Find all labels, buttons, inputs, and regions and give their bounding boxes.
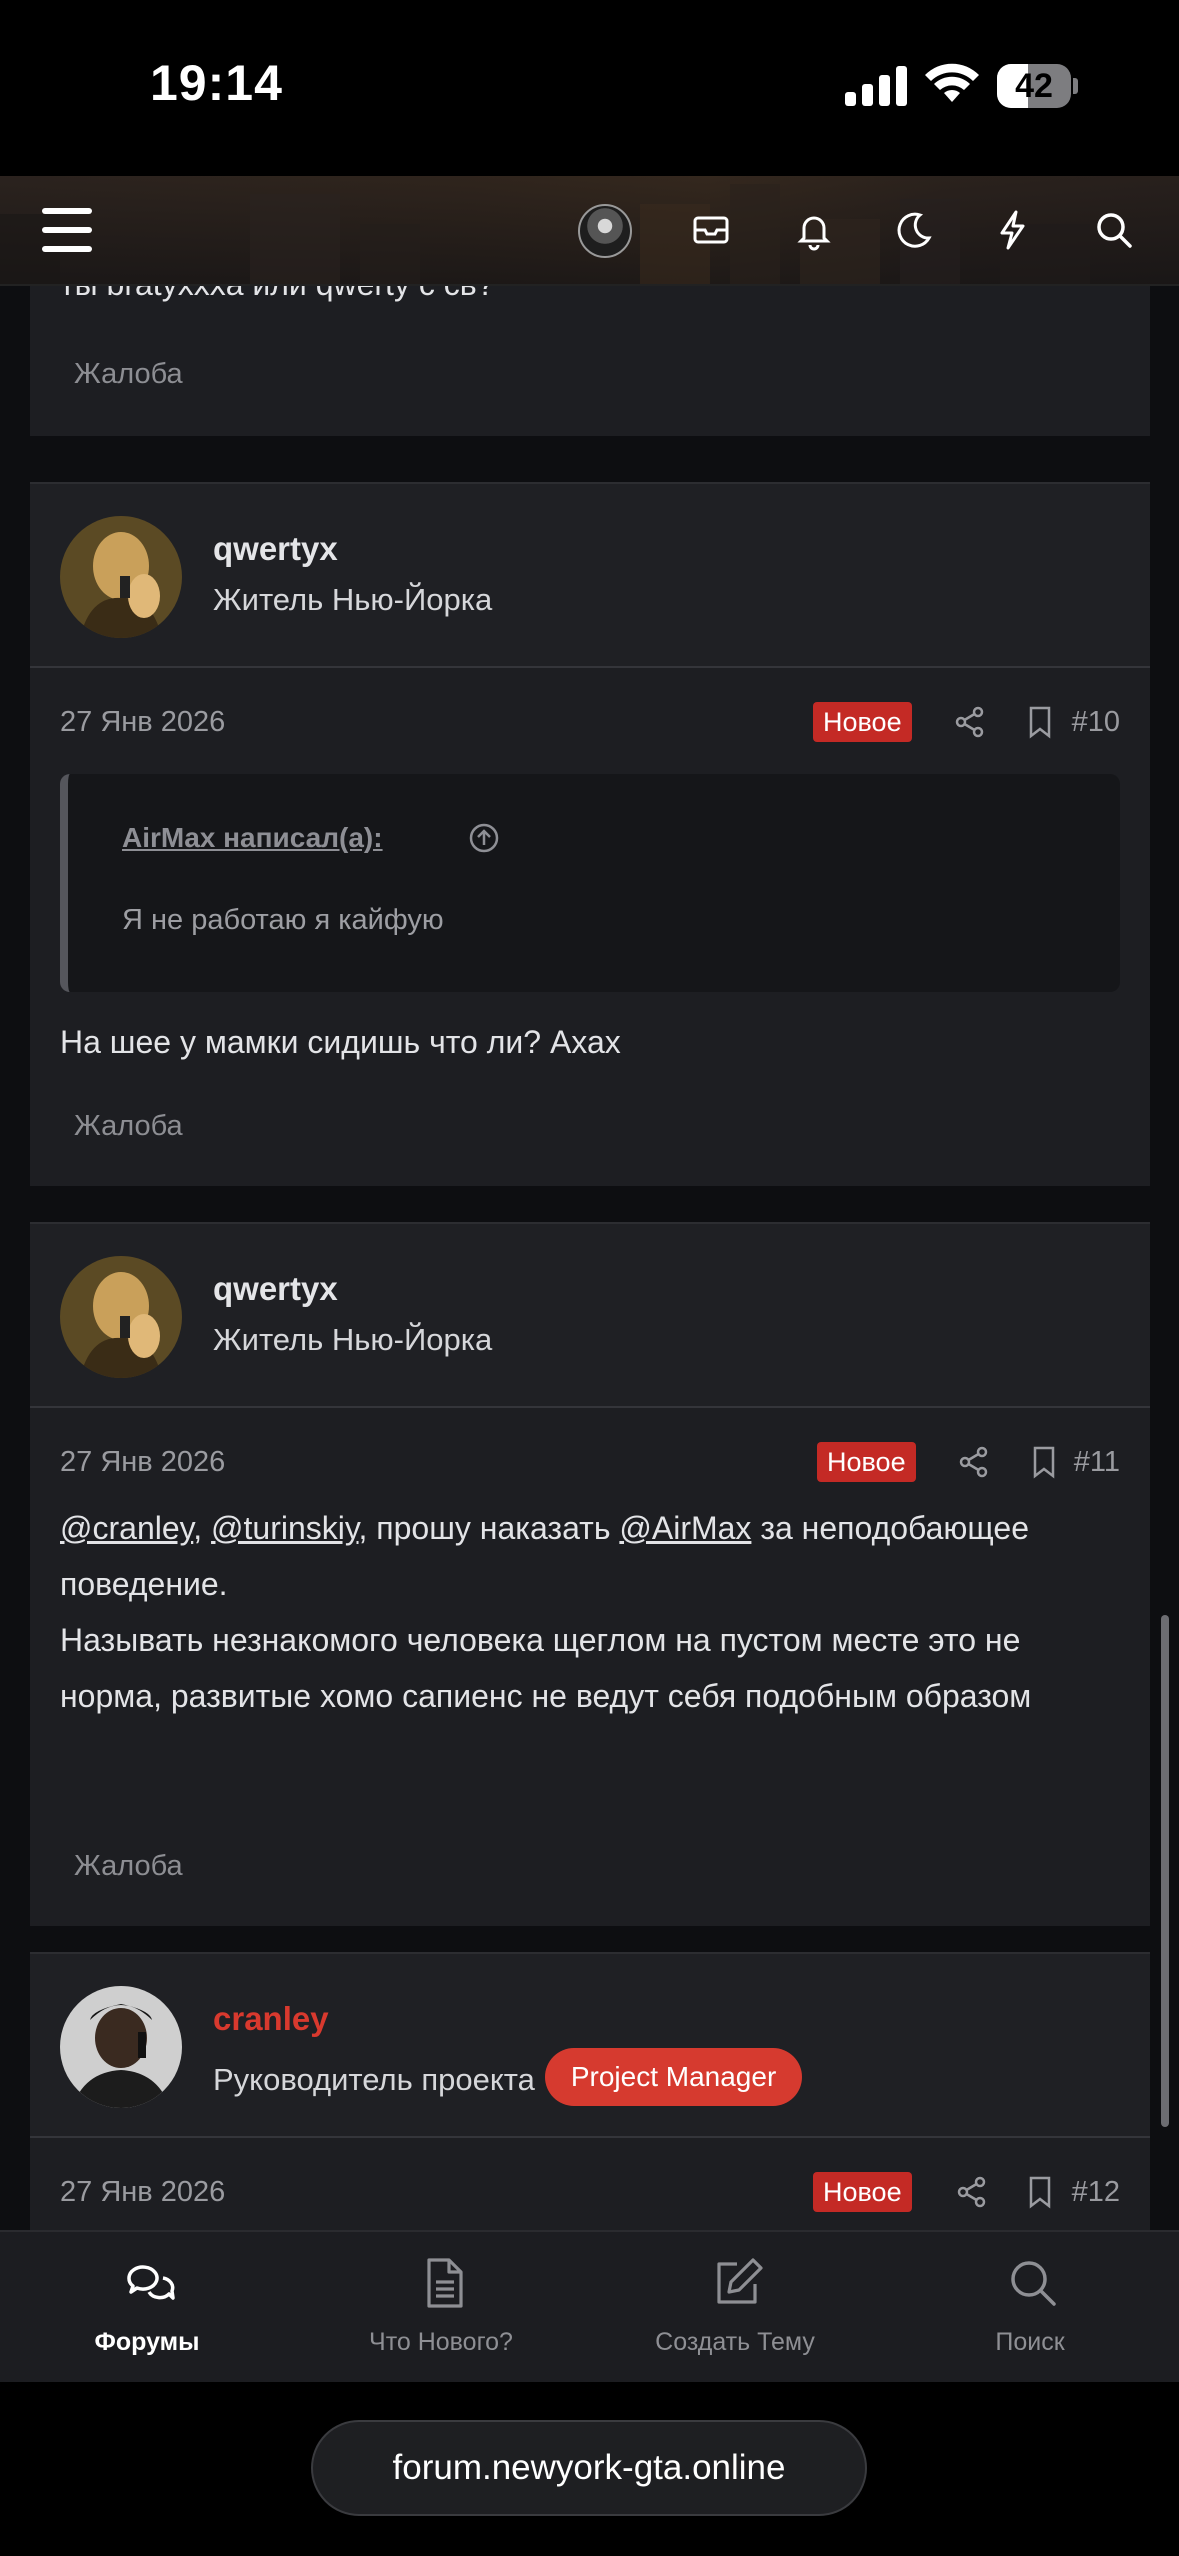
report-link[interactable]: Жалоба bbox=[74, 1850, 183, 1883]
forum-header bbox=[0, 176, 1179, 286]
quote-block: AirMax написал(а): Я не работаю я кайфую bbox=[60, 774, 1120, 992]
search-icon[interactable] bbox=[1090, 206, 1138, 254]
bookmark-icon[interactable] bbox=[1022, 704, 1058, 740]
post-date[interactable]: 27 Янв 2026 bbox=[60, 706, 225, 739]
post-card: cranley Руководитель проекта Project Mana… bbox=[30, 1952, 1150, 2230]
share-icon[interactable] bbox=[954, 2174, 990, 2210]
post-date[interactable]: 27 Янв 2026 bbox=[60, 2176, 225, 2209]
scrollbar[interactable] bbox=[1161, 1615, 1169, 2127]
post-card: qwertyx Житель Нью-Йорка 27 Янв 2026 Нов… bbox=[30, 1222, 1150, 1926]
new-badge: Новое bbox=[817, 1442, 916, 1482]
mention-link[interactable]: @turinskiy bbox=[211, 1510, 358, 1546]
post-number[interactable]: #11 bbox=[1074, 1446, 1120, 1479]
post-number[interactable]: #12 bbox=[1072, 2176, 1120, 2209]
tab-search[interactable]: Поиск bbox=[910, 2232, 1150, 2384]
tab-create-thread[interactable]: Создать Тему bbox=[615, 2232, 855, 2384]
post-user-header: cranley Руководитель проекта Project Mana… bbox=[30, 1952, 1150, 2138]
avatar[interactable] bbox=[60, 1986, 182, 2108]
tab-label: Создать Тему bbox=[655, 2328, 815, 2356]
battery-indicator: 42 bbox=[997, 64, 1078, 108]
arrow-up-circle-icon[interactable] bbox=[468, 822, 500, 854]
report-link[interactable]: Жалоба bbox=[74, 358, 183, 391]
share-icon[interactable] bbox=[952, 704, 988, 740]
text-fragment: Называть незнакомого человека щеглом на … bbox=[60, 1622, 1032, 1714]
wifi-icon bbox=[925, 63, 979, 102]
forums-icon bbox=[127, 2265, 175, 2300]
mention-link[interactable]: @cranley bbox=[60, 1510, 193, 1546]
bookmark-icon[interactable] bbox=[1022, 2174, 1058, 2210]
username[interactable]: qwertyx bbox=[213, 1270, 338, 1308]
user-title-text: Руководитель проекта bbox=[213, 2062, 535, 2097]
user-title: Житель Нью-Йорка bbox=[213, 582, 493, 617]
user-title: Житель Нью-Йорка bbox=[213, 1322, 493, 1357]
user-title: Руководитель проекта Project Manager bbox=[213, 2048, 803, 2110]
mention-link[interactable]: @AirMax bbox=[619, 1510, 751, 1546]
post-user-header: qwertyx Житель Нью-Йорка bbox=[30, 1222, 1150, 1408]
username[interactable]: qwertyx bbox=[213, 530, 338, 568]
avatar[interactable] bbox=[60, 1256, 182, 1378]
avatar[interactable] bbox=[60, 516, 182, 638]
post-text: На шее у мамки сидишь что ли? Ахах bbox=[60, 1024, 621, 1060]
search-icon bbox=[1011, 2261, 1056, 2306]
url-field[interactable]: forum.newyork-gta.online bbox=[311, 2420, 867, 2516]
status-time: 19:14 bbox=[150, 55, 283, 111]
moon-icon[interactable] bbox=[890, 206, 938, 254]
new-badge: Новое bbox=[813, 702, 912, 742]
quote-author-link[interactable]: AirMax написал(а): bbox=[122, 822, 383, 854]
share-icon[interactable] bbox=[956, 1444, 992, 1480]
text-fragment: , прошу наказать bbox=[358, 1510, 620, 1546]
tab-label: Поиск bbox=[995, 2328, 1065, 2356]
post-text: @cranley, @turinskiy, прошу наказать @Ai… bbox=[60, 1500, 1130, 1724]
bottom-tab-bar: Форумы Что Нового? Создать Тему Поиск bbox=[0, 2230, 1179, 2382]
bolt-icon[interactable] bbox=[988, 206, 1036, 254]
post-card-partial: ты bratyxxxa или qwerty с св? Жалоба bbox=[30, 286, 1150, 436]
mail-icon[interactable] bbox=[687, 206, 735, 254]
edit-icon bbox=[717, 2258, 763, 2304]
tab-label: Форумы bbox=[94, 2328, 200, 2356]
post-text: ты bratyxxxa или qwerty с св? bbox=[60, 286, 1130, 312]
post-meta: 27 Янв 2026 Новое #10 bbox=[60, 700, 1120, 750]
signal-icon bbox=[845, 66, 907, 106]
battery-level: 42 bbox=[1015, 67, 1053, 105]
quote-text: Я не работаю я кайфую bbox=[122, 904, 444, 936]
user-avatar-button[interactable] bbox=[578, 204, 632, 258]
post-meta: 27 Янв 2026 Новое #11 bbox=[60, 1440, 1120, 1490]
status-bar: 19:14 42 bbox=[0, 0, 1179, 176]
post-date[interactable]: 27 Янв 2026 bbox=[60, 1446, 225, 1479]
tab-whats-new[interactable]: Что Нового? bbox=[321, 2232, 561, 2384]
role-badge: Project Manager bbox=[544, 2048, 803, 2106]
post-card: qwertyx Житель Нью-Йорка 27 Янв 2026 Нов… bbox=[30, 482, 1150, 1186]
thread-content: ты bratyxxxa или qwerty с св? Жалоба qwe… bbox=[0, 286, 1179, 2230]
post-number[interactable]: #10 bbox=[1072, 706, 1120, 739]
tab-forums[interactable]: Форумы bbox=[27, 2232, 267, 2384]
document-icon bbox=[427, 2258, 463, 2308]
text-fragment: , bbox=[193, 1510, 212, 1546]
post-user-header: qwertyx Житель Нью-Йорка bbox=[30, 482, 1150, 668]
bookmark-icon[interactable] bbox=[1026, 1444, 1062, 1480]
browser-bar: forum.newyork-gta.online bbox=[0, 2382, 1179, 2556]
username[interactable]: cranley bbox=[213, 2000, 329, 2038]
menu-button[interactable] bbox=[42, 208, 92, 252]
report-link[interactable]: Жалоба bbox=[74, 1110, 183, 1143]
bell-icon[interactable] bbox=[790, 206, 838, 254]
tab-label: Что Нового? bbox=[369, 2328, 513, 2356]
new-badge: Новое bbox=[813, 2172, 912, 2212]
post-meta: 27 Янв 2026 Новое #12 bbox=[60, 2170, 1120, 2220]
